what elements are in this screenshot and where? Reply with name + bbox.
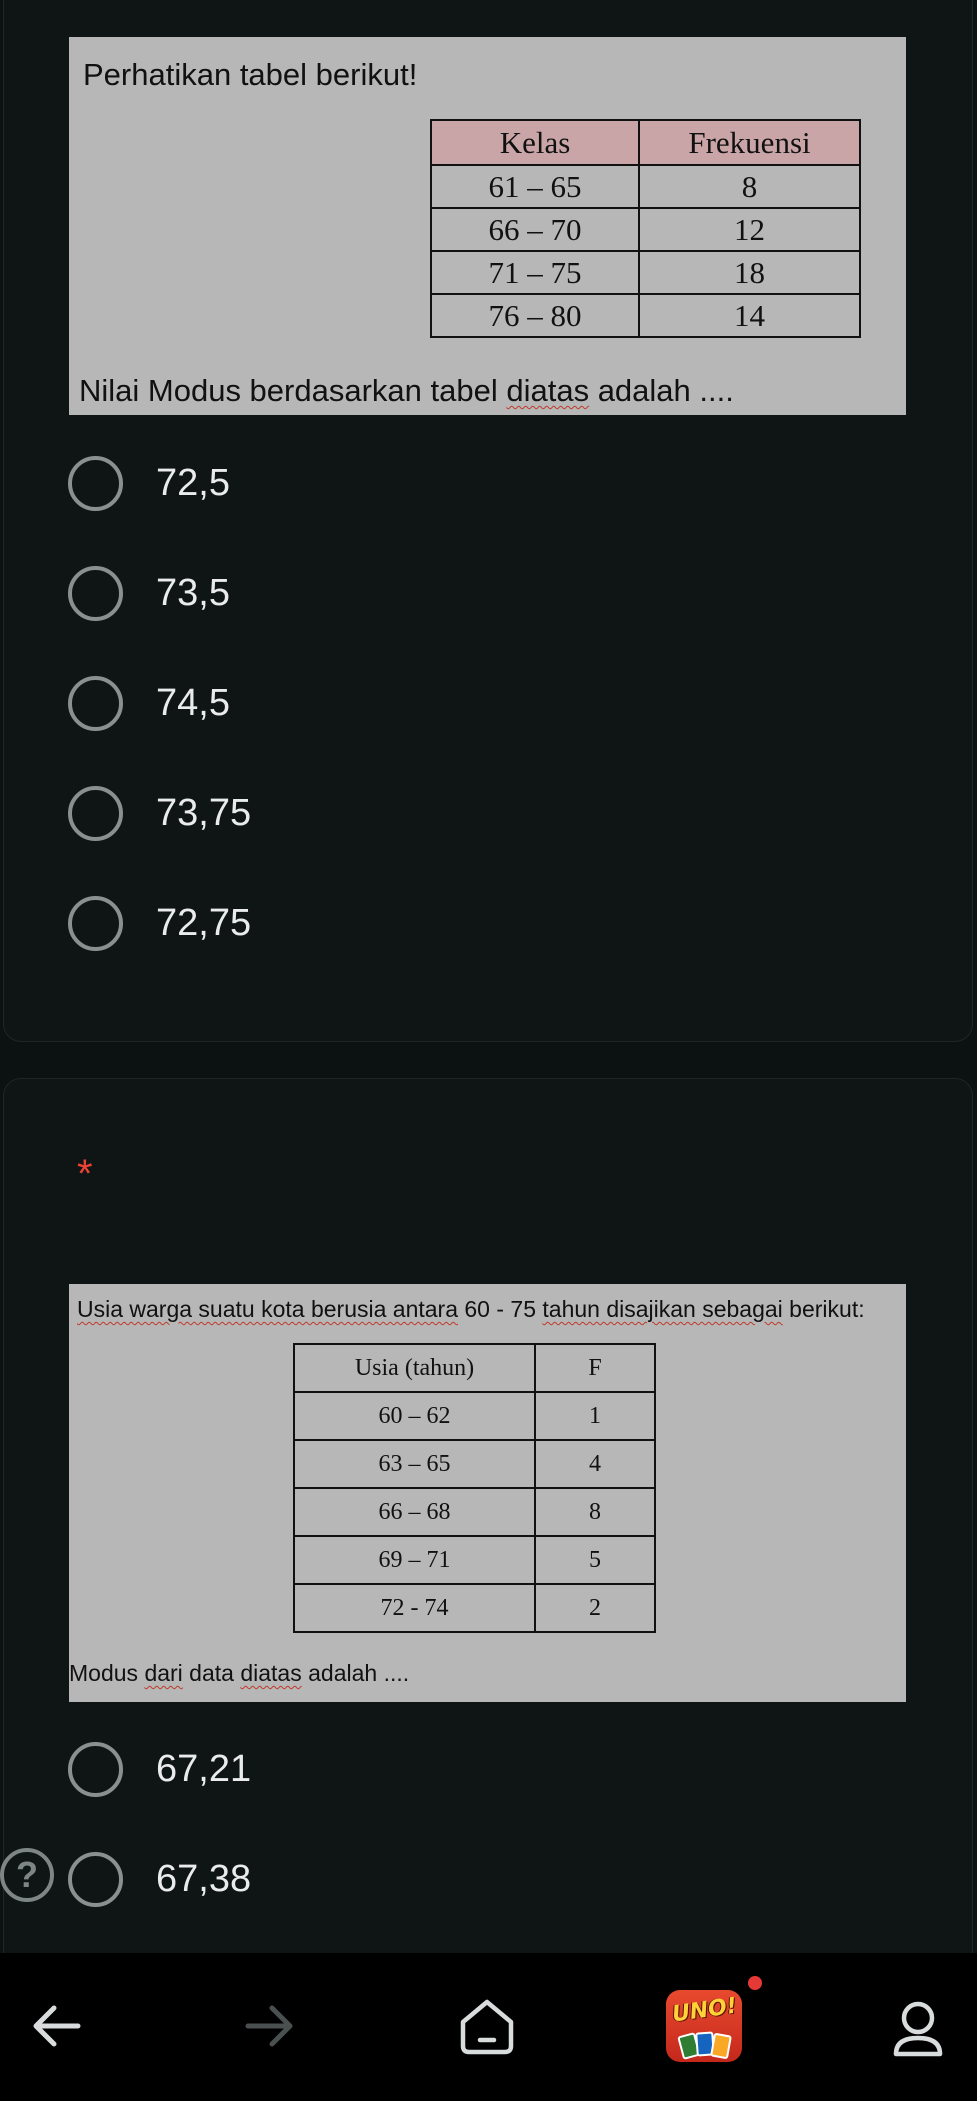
age-frequency-table: Usia (tahun) F 60 – 62 1 63 – 65 4 66 – …	[293, 1343, 656, 1633]
table-cell: 63 – 65	[293, 1439, 536, 1489]
home-icon[interactable]	[457, 1998, 517, 2056]
table-cell: 71 – 75	[430, 250, 640, 295]
prompt-text: dari	[144, 1660, 183, 1686]
question-1-prompt: Nilai Modus berdasarkan tabel diatas ada…	[79, 373, 734, 409]
prompt-text: diatas	[240, 1660, 302, 1686]
table-cell: 66 – 68	[293, 1487, 536, 1537]
table-header: Usia (tahun)	[293, 1343, 536, 1393]
table-cell: 69 – 71	[293, 1535, 536, 1585]
question-1-heading: Perhatikan tabel berikut!	[83, 57, 418, 92]
radio-button[interactable]	[68, 455, 123, 511]
uno-app-icon[interactable]: UNO!	[666, 1990, 742, 2062]
prompt-text: Modus	[69, 1660, 145, 1686]
uno-logo-text: UNO!	[670, 1993, 739, 2028]
heading-text: berikut:	[782, 1296, 865, 1322]
table-cell: 4	[534, 1439, 656, 1489]
question-2-image: Usia warga suatu kota berusia antara 60 …	[69, 1284, 906, 1702]
option-q2-2[interactable]: 67,38	[68, 1849, 768, 1909]
table-cell: 2	[534, 1583, 656, 1633]
table-row: 69 – 71 5	[293, 1535, 656, 1585]
question-1-image: Perhatikan tabel berikut! Kelas Frekuens…	[69, 37, 906, 415]
radio-button[interactable]	[68, 565, 123, 621]
profile-icon[interactable]	[890, 1998, 946, 2058]
prompt-text: diatas	[506, 373, 590, 408]
question-2-prompt: Modus dari data diatas adalah ....	[69, 1660, 409, 1687]
table-cell: 5	[534, 1535, 656, 1585]
table-cell: 12	[638, 207, 861, 252]
table-row: 66 – 70 12	[430, 207, 861, 252]
table-row: 72 - 74 2	[293, 1583, 656, 1633]
option-label: 74,5	[156, 681, 230, 724]
option-q1-1[interactable]: 72,5	[68, 453, 768, 513]
prompt-text: data	[182, 1660, 241, 1686]
table-cell: 14	[638, 293, 861, 338]
required-marker: *	[77, 1152, 93, 1196]
option-label: 67,21	[156, 1747, 252, 1790]
table-row: 60 – 62 1	[293, 1391, 656, 1441]
table-cell: 8	[534, 1487, 656, 1537]
option-q1-3[interactable]: 74,5	[68, 673, 768, 733]
table-row: 71 – 75 18	[430, 250, 861, 295]
radio-button[interactable]	[68, 895, 123, 951]
question-2-heading: Usia warga suatu kota berusia antara 60 …	[77, 1296, 865, 1323]
table-cell: 18	[638, 250, 861, 295]
notification-badge	[748, 1976, 762, 1990]
prompt-text: adalah ....	[589, 373, 734, 408]
table-cell: 61 – 65	[430, 164, 640, 209]
table-row: 63 – 65 4	[293, 1439, 656, 1489]
table-row: 66 – 68 8	[293, 1487, 656, 1537]
option-q1-2[interactable]: 73,5	[68, 563, 768, 623]
help-icon[interactable]: ?	[0, 1848, 54, 1902]
table-header: F	[534, 1343, 656, 1393]
table-header: Frekuensi	[638, 119, 861, 166]
option-q2-1[interactable]: 67,21	[68, 1739, 768, 1799]
frequency-table-1: Kelas Frekuensi 61 – 65 8 66 – 70 12 71 …	[430, 119, 861, 338]
table-cell: 1	[534, 1391, 656, 1441]
option-label: 73,5	[156, 571, 230, 614]
radio-button[interactable]	[68, 785, 123, 841]
table-cell: 66 – 70	[430, 207, 640, 252]
option-label: 72,75	[156, 901, 252, 944]
table-cell: 76 – 80	[430, 293, 640, 338]
heading-text: Usia warga suatu kota berusia antara	[77, 1296, 458, 1322]
table-cell: 60 – 62	[293, 1391, 536, 1441]
option-q1-4[interactable]: 73,75	[68, 783, 768, 843]
option-label: 67,38	[156, 1857, 252, 1900]
option-q1-5[interactable]: 72,75	[68, 893, 768, 953]
table-row: 61 – 65 8	[430, 164, 861, 209]
table-cell: 8	[638, 164, 861, 209]
prompt-text: Nilai Modus berdasarkan tabel	[79, 373, 507, 408]
option-label: 73,75	[156, 791, 252, 834]
table-cell: 72 - 74	[293, 1583, 536, 1633]
table-row: 76 – 80 14	[430, 293, 861, 338]
prompt-text: adalah ....	[301, 1660, 410, 1686]
radio-button[interactable]	[68, 675, 123, 731]
table-header: Kelas	[430, 119, 640, 166]
heading-text: tahun disajikan sebagai	[542, 1296, 783, 1322]
back-arrow-icon[interactable]	[30, 2003, 82, 2049]
radio-button[interactable]	[68, 1851, 123, 1907]
forward-arrow-icon[interactable]	[244, 2003, 296, 2049]
radio-button[interactable]	[68, 1741, 123, 1797]
heading-text: 60 - 75	[458, 1296, 543, 1322]
option-label: 72,5	[156, 461, 230, 504]
